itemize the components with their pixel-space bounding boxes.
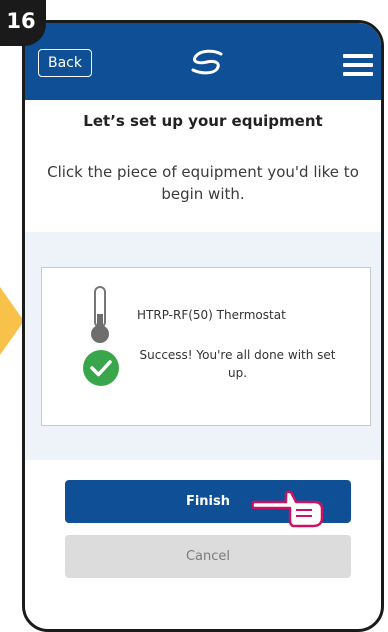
check-circle-icon (83, 350, 119, 386)
equipment-list-area: HTRP-RF(50) Thermostat Success! You're a… (25, 232, 381, 460)
equipment-card[interactable]: HTRP-RF(50) Thermostat Success! You're a… (41, 267, 371, 426)
hamburger-menu-icon[interactable] (343, 54, 373, 81)
page-title: Let’s set up your equipment (83, 112, 323, 130)
cancel-button[interactable]: Cancel (65, 535, 351, 578)
back-button[interactable]: Back (38, 49, 92, 77)
step-arrow-indicator (0, 287, 24, 355)
equipment-name: HTRP-RF(50) Thermostat (137, 308, 286, 322)
salus-logo-icon (191, 49, 223, 75)
hand-pointer-icon (252, 490, 324, 528)
phone-screen: Back Let’s set up your equipment Click t… (22, 20, 384, 632)
thermometer-icon (91, 286, 109, 343)
instruction-text: Click the piece of equipment you'd like … (47, 163, 359, 203)
step-number-badge: 16 (0, 0, 46, 46)
success-message: Success! You're all done with set up. (139, 348, 336, 380)
app-header: Back (25, 23, 381, 100)
